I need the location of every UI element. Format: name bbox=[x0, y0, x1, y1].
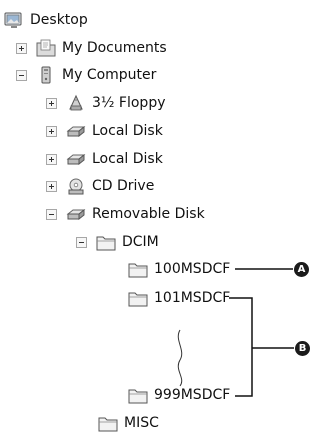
callout-a: A bbox=[294, 262, 309, 277]
folder-tree: Desktop My Documents My Computer 3½ Flop… bbox=[0, 0, 320, 435]
callout-b-bracket bbox=[229, 297, 253, 397]
callout-b: B bbox=[295, 341, 310, 356]
callout-lines bbox=[177, 268, 294, 397]
ellipsis-wave bbox=[177, 329, 183, 387]
